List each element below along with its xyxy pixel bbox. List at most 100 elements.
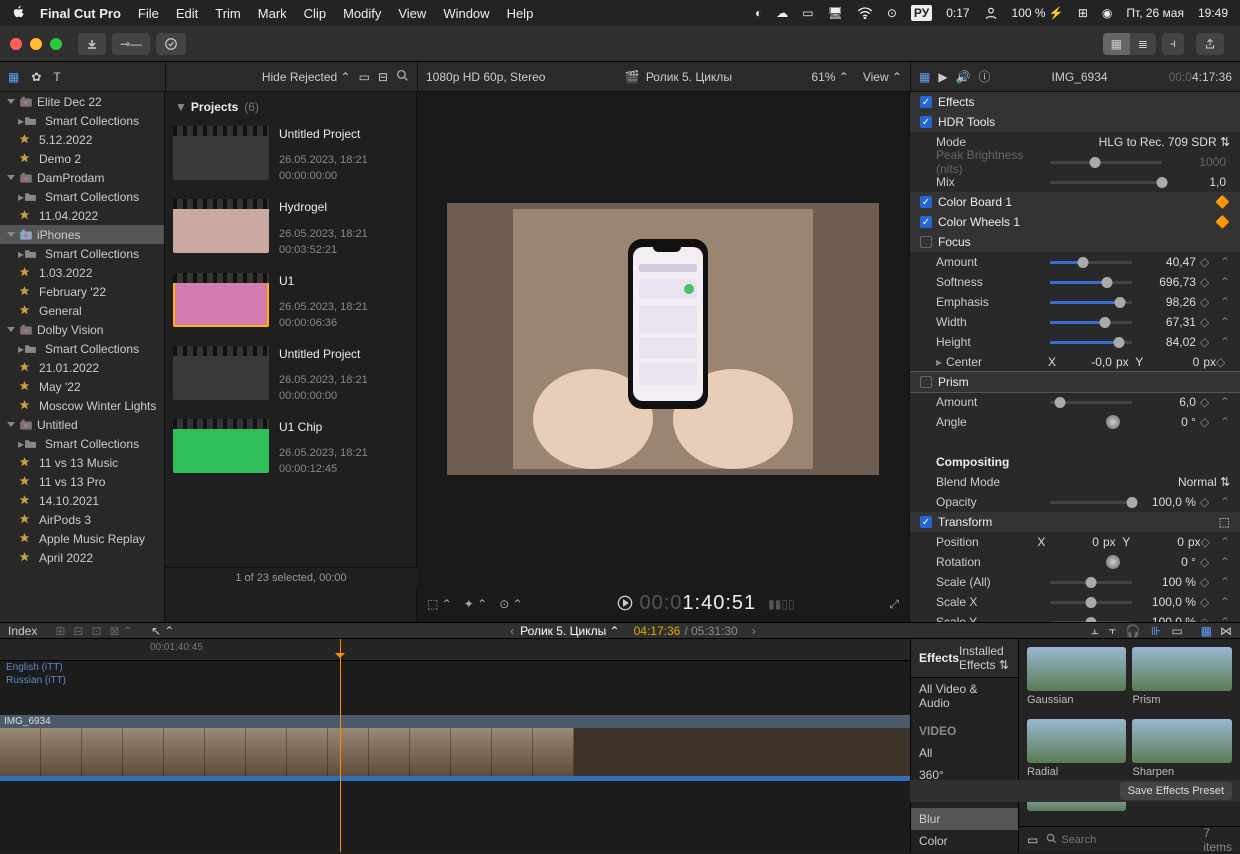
library-item[interactable]: ▸ Smart Collections bbox=[0, 111, 164, 130]
effects-browser-toggle[interactable]: ▦ bbox=[1201, 624, 1212, 638]
keyframe-button[interactable]: ◇ bbox=[1200, 295, 1214, 309]
bg-render-button[interactable] bbox=[156, 33, 186, 55]
slider[interactable] bbox=[1050, 261, 1132, 264]
reveal-button[interactable]: ⌃ bbox=[1220, 575, 1230, 589]
titles-tab-icon[interactable]: T bbox=[53, 70, 60, 84]
keyframe-button[interactable]: ◇ bbox=[1200, 395, 1214, 409]
grouping-icon[interactable]: ⊟ bbox=[378, 70, 388, 84]
slider[interactable] bbox=[1050, 161, 1162, 164]
slider[interactable] bbox=[1050, 581, 1132, 584]
hdr-section[interactable]: ✓HDR Tools bbox=[910, 112, 1240, 132]
layout-list-icon[interactable]: ≣ bbox=[1130, 33, 1156, 55]
menu-help[interactable]: Help bbox=[507, 6, 534, 21]
tray-icon[interactable]: 🖥 bbox=[828, 6, 843, 20]
focus-section[interactable]: Focus bbox=[910, 232, 1240, 252]
project-thumb[interactable] bbox=[173, 273, 269, 327]
library-tab-icon[interactable]: ▦ bbox=[8, 70, 19, 84]
slider[interactable] bbox=[1050, 321, 1132, 324]
keyframe-button[interactable]: ◇ bbox=[1200, 575, 1214, 589]
menu-edit[interactable]: Edit bbox=[176, 6, 198, 21]
library-item[interactable]: ▸ Smart Collections bbox=[0, 339, 164, 358]
slider[interactable] bbox=[1050, 401, 1132, 404]
tl-tool-icon[interactable]: ⊡ bbox=[91, 624, 101, 638]
focus-center[interactable]: ▸CenterX -0,0 px Y 0 px◇ bbox=[910, 352, 1240, 372]
tray-icon[interactable]: ☁ bbox=[776, 6, 788, 20]
tl-solo-icon[interactable]: ▭ bbox=[1171, 624, 1182, 638]
timeline-ruler[interactable]: 00:01:40:45 bbox=[0, 639, 910, 661]
apple-menu[interactable] bbox=[12, 5, 26, 22]
video-clip[interactable] bbox=[0, 728, 910, 776]
viewer-canvas[interactable] bbox=[417, 92, 909, 586]
keyframe-button[interactable]: ◇ bbox=[1200, 255, 1214, 269]
project-item[interactable]: Untitled Project26.05.2023, 18:2100:00:0… bbox=[165, 342, 416, 415]
keyframe-button[interactable]: ◇ bbox=[1200, 555, 1214, 569]
clip-appearance-icon[interactable]: ▭ bbox=[359, 70, 370, 84]
checkbox[interactable] bbox=[920, 236, 932, 248]
library-item[interactable]: AirPods 3 bbox=[0, 510, 164, 529]
menu-view[interactable]: View bbox=[398, 6, 426, 21]
user-icon[interactable] bbox=[984, 6, 998, 20]
viewer-zoom[interactable]: 61% ⌃ bbox=[811, 70, 848, 84]
colorboard-section[interactable]: ✓Color Board 1🔶 bbox=[910, 192, 1240, 212]
library-event[interactable]: Elite Dec 22 bbox=[0, 92, 164, 111]
close-window[interactable] bbox=[10, 38, 22, 50]
library-event[interactable]: Untitled bbox=[0, 415, 164, 434]
menu-mark[interactable]: Mark bbox=[258, 6, 287, 21]
transitions-browser-toggle[interactable]: ⋈ bbox=[1220, 624, 1232, 638]
play-button[interactable] bbox=[617, 595, 633, 614]
tray-icon[interactable]: ⊙ bbox=[887, 6, 897, 20]
library-item[interactable]: ▸ Smart Collections bbox=[0, 434, 164, 453]
tl-tool-icon[interactable]: ⊟ bbox=[73, 624, 83, 638]
enhance-tool[interactable]: ✦ ⌃ bbox=[464, 597, 487, 611]
library-item[interactable]: 1.03.2022 bbox=[0, 263, 164, 282]
keyframe-button[interactable]: ◇ bbox=[1200, 415, 1214, 429]
reveal-button[interactable]: ⌃ bbox=[1220, 255, 1230, 269]
reveal-button[interactable]: ⌃ bbox=[1220, 495, 1230, 509]
library-item[interactable]: Demo 2 bbox=[0, 149, 164, 168]
inspector-tab-video-icon[interactable]: ▦ bbox=[919, 70, 930, 84]
slider[interactable] bbox=[1050, 601, 1132, 604]
library-item[interactable]: 21.01.2022 bbox=[0, 358, 164, 377]
timeline-name[interactable]: Ролик 5. Циклы ⌃ bbox=[520, 624, 620, 638]
audio-clip[interactable] bbox=[0, 776, 910, 781]
menubar-clock[interactable]: 19:49 bbox=[1198, 6, 1228, 20]
reveal-button[interactable]: ⌃ bbox=[1220, 555, 1230, 569]
library-item[interactable]: Apple Music Replay bbox=[0, 529, 164, 548]
reveal-button[interactable]: ⌃ bbox=[1220, 615, 1230, 622]
tl-tool-icon[interactable]: ⊞ bbox=[55, 624, 65, 638]
tray-icon[interactable]: ◐ bbox=[755, 6, 762, 20]
tl-opt-icon[interactable]: ⫠ bbox=[1091, 623, 1098, 638]
transform-scale-all[interactable]: Scale (All)100 %◇⌃ bbox=[910, 572, 1240, 592]
effect-item[interactable]: Gaussian bbox=[1027, 647, 1127, 713]
viewer-view-menu[interactable]: View ⌃ bbox=[863, 70, 902, 84]
checkbox[interactable]: ✓ bbox=[920, 116, 932, 128]
library-event[interactable]: Dolby Vision bbox=[0, 320, 164, 339]
tray-icon[interactable]: ⊞ bbox=[1078, 6, 1088, 20]
slider[interactable] bbox=[1050, 501, 1132, 504]
effect-item[interactable]: Prism bbox=[1132, 647, 1232, 713]
clip-label[interactable]: IMG_6934 bbox=[0, 715, 910, 728]
browser-layout-toggle[interactable]: ▦ ≣ bbox=[1103, 33, 1156, 55]
keyframe-button[interactable]: ◇ bbox=[1200, 335, 1214, 349]
focus-width[interactable]: Width67,31◇⌃ bbox=[910, 312, 1240, 332]
library-item[interactable]: ▸ Smart Collections bbox=[0, 187, 164, 206]
library-item[interactable]: 11.04.2022 bbox=[0, 206, 164, 225]
effects-section[interactable]: ✓Effects bbox=[910, 92, 1240, 112]
installed-dropdown[interactable]: Installed Effects ⇅ bbox=[959, 644, 1010, 672]
blend-mode[interactable]: Blend ModeNormal ⇅ bbox=[910, 472, 1240, 492]
keyframe-button[interactable]: ◇ bbox=[1200, 275, 1214, 289]
reveal-button[interactable]: ⌃ bbox=[1220, 415, 1230, 429]
keyframe-button[interactable]: ◇ bbox=[1216, 355, 1230, 369]
transform-scale-y[interactable]: Scale Y100,0 %◇⌃ bbox=[910, 612, 1240, 622]
library-item[interactable]: April 2022 bbox=[0, 548, 164, 567]
colorwheels-section[interactable]: ✓Color Wheels 1🔶 bbox=[910, 212, 1240, 232]
project-thumb[interactable] bbox=[173, 419, 269, 473]
transform-section[interactable]: ✓Transform⬚ bbox=[910, 512, 1240, 532]
menu-trim[interactable]: Trim bbox=[215, 6, 241, 21]
menu-modify[interactable]: Modify bbox=[343, 6, 381, 21]
angle-dial[interactable] bbox=[1106, 555, 1120, 569]
reveal-button[interactable]: ⌃ bbox=[1220, 275, 1230, 289]
prism-section[interactable]: Prism bbox=[910, 372, 1240, 392]
library-item[interactable]: 14.10.2021 bbox=[0, 491, 164, 510]
reveal-button[interactable]: ⌃ bbox=[1220, 315, 1230, 329]
